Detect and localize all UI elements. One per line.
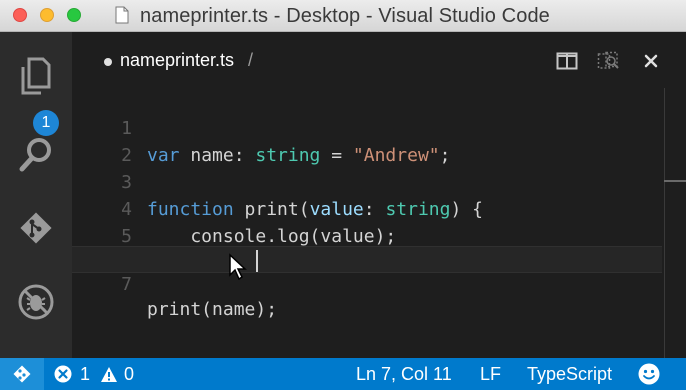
maximize-window-button[interactable] <box>67 8 81 22</box>
minimize-window-button[interactable] <box>40 8 54 22</box>
tab-title[interactable]: nameprinter.ts <box>120 50 234 71</box>
search-icon[interactable] <box>14 132 58 176</box>
problems-indicator[interactable]: 1 0 <box>54 358 134 390</box>
title-bar: nameprinter.ts - Desktop - Visual Studio… <box>0 0 686 32</box>
document-icon <box>115 6 129 24</box>
editor-scrollbar[interactable] <box>664 88 665 358</box>
current-code-line: 7 print(name); <box>72 246 662 320</box>
explorer-icon[interactable] <box>14 54 58 98</box>
vscode-window: nameprinter.ts - Desktop - Visual Studio… <box>0 0 686 390</box>
text-cursor <box>256 250 258 272</box>
activity-bar: 1 <box>0 32 72 358</box>
unsaved-dot-icon <box>104 58 112 66</box>
mouse-pointer-icon <box>229 253 247 281</box>
tab-path-separator: / <box>248 50 254 70</box>
editor-tab-bar: nameprinter.ts / <box>72 32 686 88</box>
code-line: 5 } <box>72 196 662 274</box>
line-number: 7 <box>121 274 132 295</box>
code-line: 3 function print(value: string) { <box>72 142 662 220</box>
debug-icon[interactable] <box>14 280 58 324</box>
code-text: print(name); <box>147 299 278 320</box>
close-window-button[interactable] <box>13 8 27 22</box>
code-editor[interactable]: 1 var name: string = "Andrew"; 2 3 funct… <box>72 88 686 358</box>
cursor-position[interactable]: Ln 7, Col 11 <box>356 358 452 390</box>
warning-count: 0 <box>124 363 135 384</box>
open-changes-icon[interactable] <box>596 50 622 72</box>
error-count: 1 <box>80 363 91 384</box>
language-mode[interactable]: TypeScript <box>527 358 612 390</box>
status-bar: 1 0 Ln 7, Col 11 LF TypeScript <box>0 358 686 390</box>
warning-icon <box>101 366 118 382</box>
window-title: nameprinter.ts - Desktop - Visual Studio… <box>140 5 550 27</box>
code-line: 2 <box>72 115 662 166</box>
feedback-smiley-icon[interactable] <box>638 358 660 390</box>
source-control-icon[interactable] <box>14 206 58 250</box>
scrollbar-marker <box>664 180 686 182</box>
code-line: 4 console.log(value); <box>72 169 662 247</box>
error-icon <box>54 365 72 383</box>
split-editor-icon[interactable] <box>554 50 580 72</box>
close-editor-icon[interactable] <box>638 50 664 72</box>
end-of-line-sequence[interactable]: LF <box>480 358 501 390</box>
code-line: 1 var name: string = "Andrew"; <box>72 88 662 166</box>
git-branch-icon[interactable] <box>0 358 44 390</box>
